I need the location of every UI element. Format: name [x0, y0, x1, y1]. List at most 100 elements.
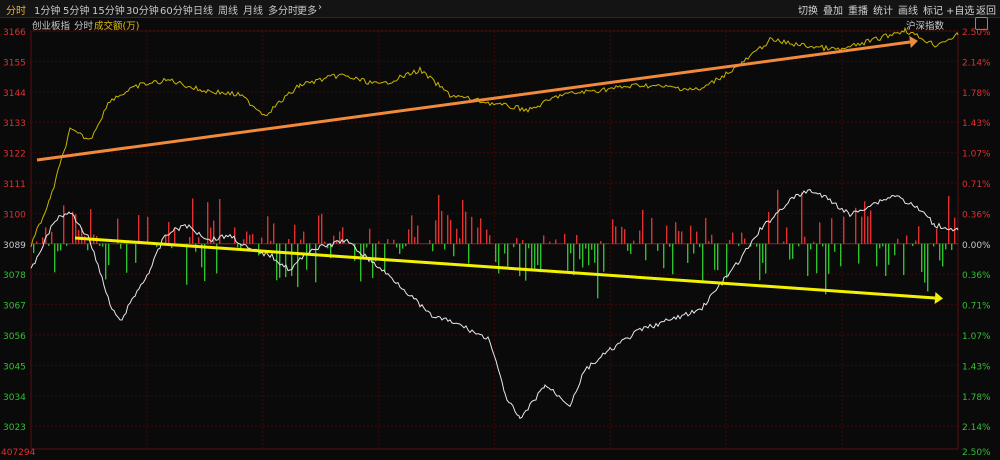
volume-bar-up: [642, 209, 644, 244]
volume-bar-down: [669, 243, 671, 247]
right-tick-label: 1.43%: [962, 119, 991, 129]
volume-bar-up: [450, 220, 452, 244]
volume-bar-up: [678, 231, 680, 244]
left-tick-label: 3133: [3, 119, 26, 129]
volume-bar-up: [783, 241, 785, 244]
volume-bar-down: [60, 243, 62, 251]
volume-bar-up: [318, 215, 320, 244]
volume-bar-down: [597, 243, 599, 299]
volume-bar-down: [885, 243, 887, 276]
right-tick-label: 0.00%: [962, 241, 991, 251]
volume-bar-down: [942, 243, 944, 267]
volume-bar-down: [102, 243, 104, 247]
volume-bar-down: [87, 243, 89, 251]
right-tick-label: 0.36%: [962, 271, 991, 281]
volume-bar-down: [291, 243, 293, 276]
volume-bar-down: [876, 243, 878, 267]
volume-bar-down: [567, 243, 569, 271]
volume-bar-down: [573, 243, 575, 276]
volume-bar-up: [639, 230, 641, 244]
volume-bar-up: [813, 241, 815, 244]
volume-bar-up: [666, 225, 668, 244]
volume-bar-down: [54, 243, 56, 273]
volume-bar-up: [948, 195, 950, 244]
volume-bar-down: [726, 243, 728, 279]
volume-bar-up: [897, 238, 899, 244]
volume-bar-up: [45, 227, 47, 244]
volume-bar-down: [807, 243, 809, 277]
volume-bar-down: [360, 243, 362, 282]
volume-bar-up: [72, 211, 74, 244]
volume-bar-down: [33, 243, 35, 253]
volume-bar-down: [933, 243, 935, 247]
volume-bar-up: [393, 239, 395, 244]
volume-bar-down: [495, 243, 497, 263]
volume-bar-up: [51, 231, 53, 244]
volume-bar-down: [828, 243, 830, 274]
volume-bar-up: [198, 237, 200, 244]
right-tick-label: 2.50%: [962, 28, 991, 38]
volume-bar-up: [615, 226, 617, 244]
volume-bar-up: [651, 217, 653, 244]
volume-bar-up: [246, 231, 248, 244]
volume-bar-down: [882, 243, 884, 247]
volume-bar-down: [840, 243, 842, 267]
volume-bar-up: [480, 218, 482, 244]
volume-bar-up: [267, 216, 269, 244]
left-tick-label: 3100: [3, 210, 26, 220]
volume-bar-up: [411, 215, 413, 244]
volume-bar-down: [384, 243, 386, 272]
volume-bar-down: [699, 243, 701, 248]
volume-bar-up: [786, 227, 788, 244]
volume-bar-down: [951, 243, 953, 250]
volume-bar-down: [858, 243, 860, 264]
volume-bar-down: [105, 243, 107, 280]
volume-bar-up: [543, 235, 545, 244]
volume-bar-up: [435, 220, 437, 244]
left-tick-label: 3067: [3, 302, 26, 312]
volume-bar-down: [921, 243, 923, 272]
volume-bar-up: [63, 205, 65, 244]
volume-bar-up: [324, 241, 326, 244]
right-tick-label: 0.36%: [962, 210, 991, 220]
volume-bar-down: [468, 243, 470, 264]
volume-bar-up: [708, 241, 710, 244]
volume-bar-up: [447, 215, 449, 244]
volume-bar-down: [879, 243, 881, 249]
volume-bar-up: [300, 239, 302, 244]
volume-bar-up: [918, 226, 920, 244]
volume-bar-down: [108, 243, 110, 266]
volume-bar-up: [438, 194, 440, 244]
volume-bar-up: [906, 235, 908, 244]
volume-bar-down: [627, 243, 629, 251]
volume-bar-up: [189, 237, 191, 244]
volume-bar-up: [387, 239, 389, 244]
volume-bar-up: [768, 211, 770, 244]
volume-bar-down: [402, 243, 404, 249]
volume-bar-up: [564, 233, 566, 244]
volume-bar-up: [249, 234, 251, 244]
volume-bar-down: [120, 243, 122, 249]
right-tick-label: 1.78%: [962, 393, 991, 403]
volume-bar-down: [927, 243, 929, 292]
volume-bar-down: [204, 243, 206, 282]
volume-bar-up: [915, 240, 917, 244]
volume-bar-down: [405, 243, 407, 247]
volume-bar-up: [864, 201, 866, 244]
volume-bar-up: [804, 236, 806, 244]
volume-bar-up: [429, 239, 431, 244]
volume-bar-up: [600, 241, 602, 244]
volume-bar-down: [297, 243, 299, 288]
volume-bar-up: [576, 234, 578, 244]
volume-bar-down: [834, 243, 836, 252]
volume-bar-up: [174, 228, 176, 244]
volume-bar-down: [894, 243, 896, 256]
volume-bar-down: [432, 243, 434, 252]
volume-bar-down: [519, 243, 521, 277]
volume-bar-down: [306, 243, 308, 270]
volume-bar-up: [369, 228, 371, 244]
left-tick-label: 3023: [3, 423, 26, 433]
volume-bar-down: [630, 243, 632, 254]
right-tick-label: 1.78%: [962, 89, 991, 99]
right-tick-label: 1.43%: [962, 362, 991, 372]
